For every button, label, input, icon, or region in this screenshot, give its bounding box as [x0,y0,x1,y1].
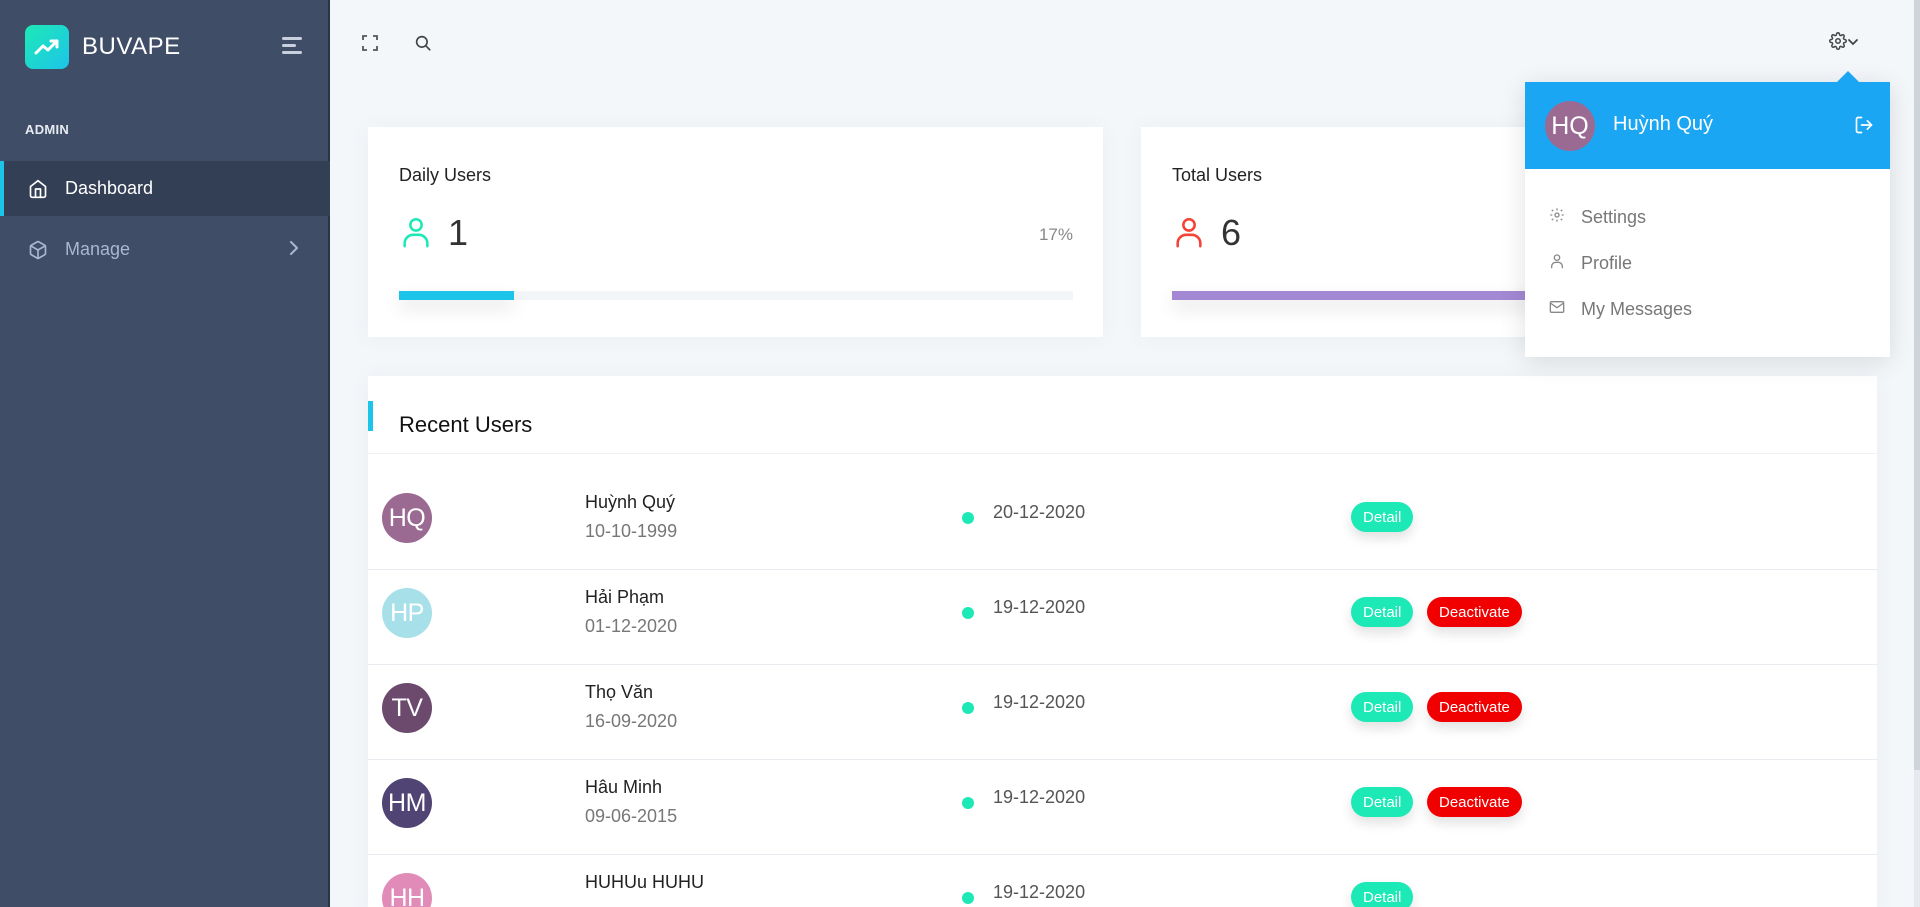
sidebar-item-label: Dashboard [65,178,154,198]
sidebar-item-dashboard[interactable]: Dashboard [0,161,330,216]
home-icon [28,179,48,199]
detail-button[interactable]: Detail [1351,502,1414,532]
sidebar-item-manage[interactable]: Manage [0,222,330,277]
avatar: HM [382,778,432,828]
user-date: 19-12-2020 [993,692,1086,712]
avatar: HP [382,588,432,638]
dropdown-item-profile[interactable]: Profile [1549,248,1632,278]
chevron-right-icon [288,240,300,261]
section-title: Recent Users [399,412,533,437]
stat-percent: 17% [1038,225,1073,244]
user-dob: 09-06-2015 [585,806,678,826]
user-date: 20-12-2020 [993,502,1086,522]
user-name: Hải Phạm [585,587,665,607]
status-dot [962,702,974,714]
avatar: HQ [382,493,432,543]
progress-bar [399,291,1073,300]
avatar: HH [382,873,432,907]
scrollbar-thumb[interactable] [1914,0,1920,770]
search-icon[interactable] [413,33,433,53]
dropdown-header: HQ Huỳnh Quý [1525,82,1890,169]
user-dob: 16-09-2020 [585,711,678,731]
user-icon [1172,214,1206,255]
daily-users-card: Daily Users 1 17% [368,127,1103,337]
sidebar-item-label: Manage [65,239,131,259]
user-dob: 10-10-1999 [585,521,678,541]
divider [368,453,1877,454]
nav-caption: ADMIN [25,122,70,137]
dropdown-user-name: Huỳnh Quý [1613,113,1714,135]
status-dot [962,797,974,809]
section-accent [368,401,373,431]
sidebar: BUVAPE ADMIN Dashboard Manage [0,0,330,907]
fullscreen-icon[interactable] [360,33,380,53]
progress-fill [399,291,514,300]
user-date: 19-12-2020 [993,597,1086,617]
stat-value: 1 [448,212,469,253]
dropdown-item-label: Settings [1581,206,1647,227]
scrollbar[interactable] [1914,0,1920,907]
trending-up-icon [25,25,69,69]
deactivate-button[interactable]: Deactivate [1427,787,1522,817]
dropdown-item-label: Profile [1581,252,1633,273]
box-icon [28,240,48,260]
chevron-down-icon [1847,34,1859,52]
status-dot [962,892,974,904]
status-dot [962,512,974,524]
user-dropdown: HQ Huỳnh Quý Settings Profile My Message… [1525,71,1890,357]
settings-icon [1829,31,1847,55]
avatar: TV [382,683,432,733]
logout-icon[interactable] [1854,115,1874,140]
table-row: HP Hải Phạm 01-12-2020 19-12-2020 Detail… [368,570,1877,665]
status-dot [962,607,974,619]
user-icon [399,214,433,255]
brand-name: BUVAPE [82,33,181,60]
user-name: Thọ Văn [585,682,654,702]
recent-users-card: Recent Users HQ Huỳnh Quý 10-10-1999 20-… [368,376,1877,907]
user-date: 19-12-2020 [993,882,1086,902]
table-row: HQ Huỳnh Quý 10-10-1999 20-12-2020 Detai… [368,475,1877,570]
user-name: HUHUu HUHU [585,872,705,892]
dropdown-item-settings[interactable]: Settings [1549,202,1646,232]
brand[interactable]: BUVAPE [25,25,181,69]
user-date: 19-12-2020 [993,787,1086,807]
user-dob: 01-12-2020 [585,616,678,636]
dropdown-item-label: My Messages [1581,298,1693,319]
progress-fill [1172,291,1543,300]
table-row: HM Hâu Minh 09-06-2015 19-12-2020 Detail… [368,760,1877,855]
mail-icon [1549,299,1565,320]
deactivate-button[interactable]: Deactivate [1427,597,1522,627]
stat-value: 6 [1221,212,1242,253]
table-row: TV Thọ Văn 16-09-2020 19-12-2020 Detail … [368,665,1877,760]
user-name: Huỳnh Quý [585,492,676,512]
dropdown-item-messages[interactable]: My Messages [1549,294,1692,324]
settings-dropdown-toggle[interactable] [1826,31,1862,55]
deactivate-button[interactable]: Deactivate [1427,692,1522,722]
avatar: HQ [1545,101,1595,151]
detail-button[interactable]: Detail [1351,882,1414,907]
card-title: Total Users [1172,165,1263,185]
detail-button[interactable]: Detail [1351,787,1414,817]
menu-toggle-icon[interactable] [282,37,304,55]
table-row: HH HUHUu HUHU 19-12-2020 Detail [368,855,1877,907]
user-name: Hâu Minh [585,777,663,797]
user-icon [1549,253,1565,274]
settings-icon [1549,207,1565,228]
detail-button[interactable]: Detail [1351,692,1414,722]
detail-button[interactable]: Detail [1351,597,1414,627]
card-title: Daily Users [399,165,492,185]
